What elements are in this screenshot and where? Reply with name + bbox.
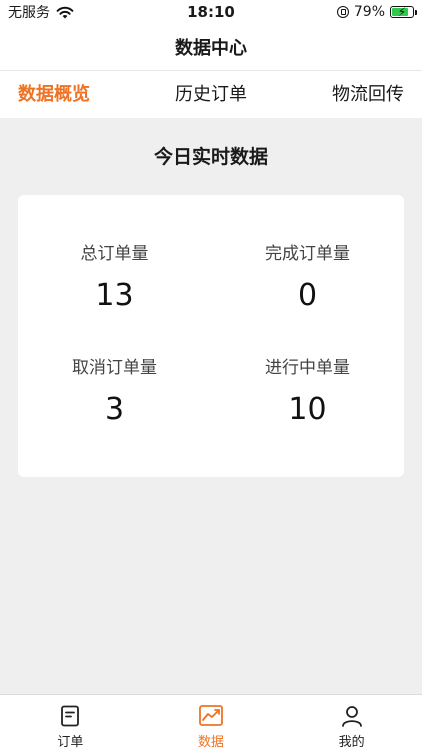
stat-total-orders: 总订单量 13: [18, 239, 211, 313]
chart-icon: [199, 705, 223, 726]
stat-label: 取消订单量: [72, 358, 157, 378]
stat-label: 进行中单量: [265, 358, 350, 378]
section-title: 今日实时数据: [153, 146, 268, 168]
wifi-icon: [56, 6, 74, 18]
stat-value: 13: [95, 278, 134, 313]
bottom-tab-label: 订单: [57, 735, 84, 750]
status-bar: 无服务 18:10 79% ⚡: [0, 0, 422, 24]
order-list-icon: [61, 705, 80, 727]
stats-card: 总订单量 13 完成订单量 0 取消订单量 3 进行中单量 10: [18, 195, 404, 477]
bottom-tab-bar: 订单 数据 我的: [0, 694, 422, 750]
carrier-label: 无服务: [8, 5, 50, 21]
user-icon: [341, 706, 362, 727]
tab-logistics-return[interactable]: 物流回传: [332, 71, 404, 119]
navigation-bar: 数据中心: [0, 24, 422, 70]
orientation-lock-icon: [336, 6, 349, 18]
bottom-tab-label: 我的: [338, 735, 365, 750]
bottom-tab-label: 数据: [198, 735, 225, 750]
page-title: 数据中心: [175, 38, 247, 59]
bottom-tab-mine[interactable]: 我的: [281, 695, 422, 750]
stat-value: 0: [297, 278, 318, 313]
bottom-tab-data[interactable]: 数据: [141, 695, 282, 750]
charging-bolt-icon: ⚡: [397, 5, 407, 19]
stat-label: 总订单量: [80, 244, 149, 264]
battery-percent: 79%: [353, 4, 385, 20]
stat-completed-orders: 完成订单量 0: [211, 239, 404, 313]
status-left: 无服务: [8, 2, 74, 22]
stat-label: 完成订单量: [265, 244, 350, 264]
battery-icon: ⚡: [390, 5, 417, 19]
stat-in-progress-orders: 进行中单量 10: [211, 353, 404, 427]
stat-value: 10: [288, 392, 327, 427]
bottom-tab-orders[interactable]: 订单: [0, 695, 141, 750]
top-tab-bar: 数据概览 历史订单 物流回传: [0, 70, 422, 118]
stat-value: 3: [104, 392, 125, 427]
status-right: 79% ⚡: [336, 4, 417, 20]
stat-cancelled-orders: 取消订单量 3: [18, 353, 211, 427]
main-content: 今日实时数据 总订单量 13 完成订单量 0 取消订单量 3 进行中单量 10: [0, 118, 422, 694]
